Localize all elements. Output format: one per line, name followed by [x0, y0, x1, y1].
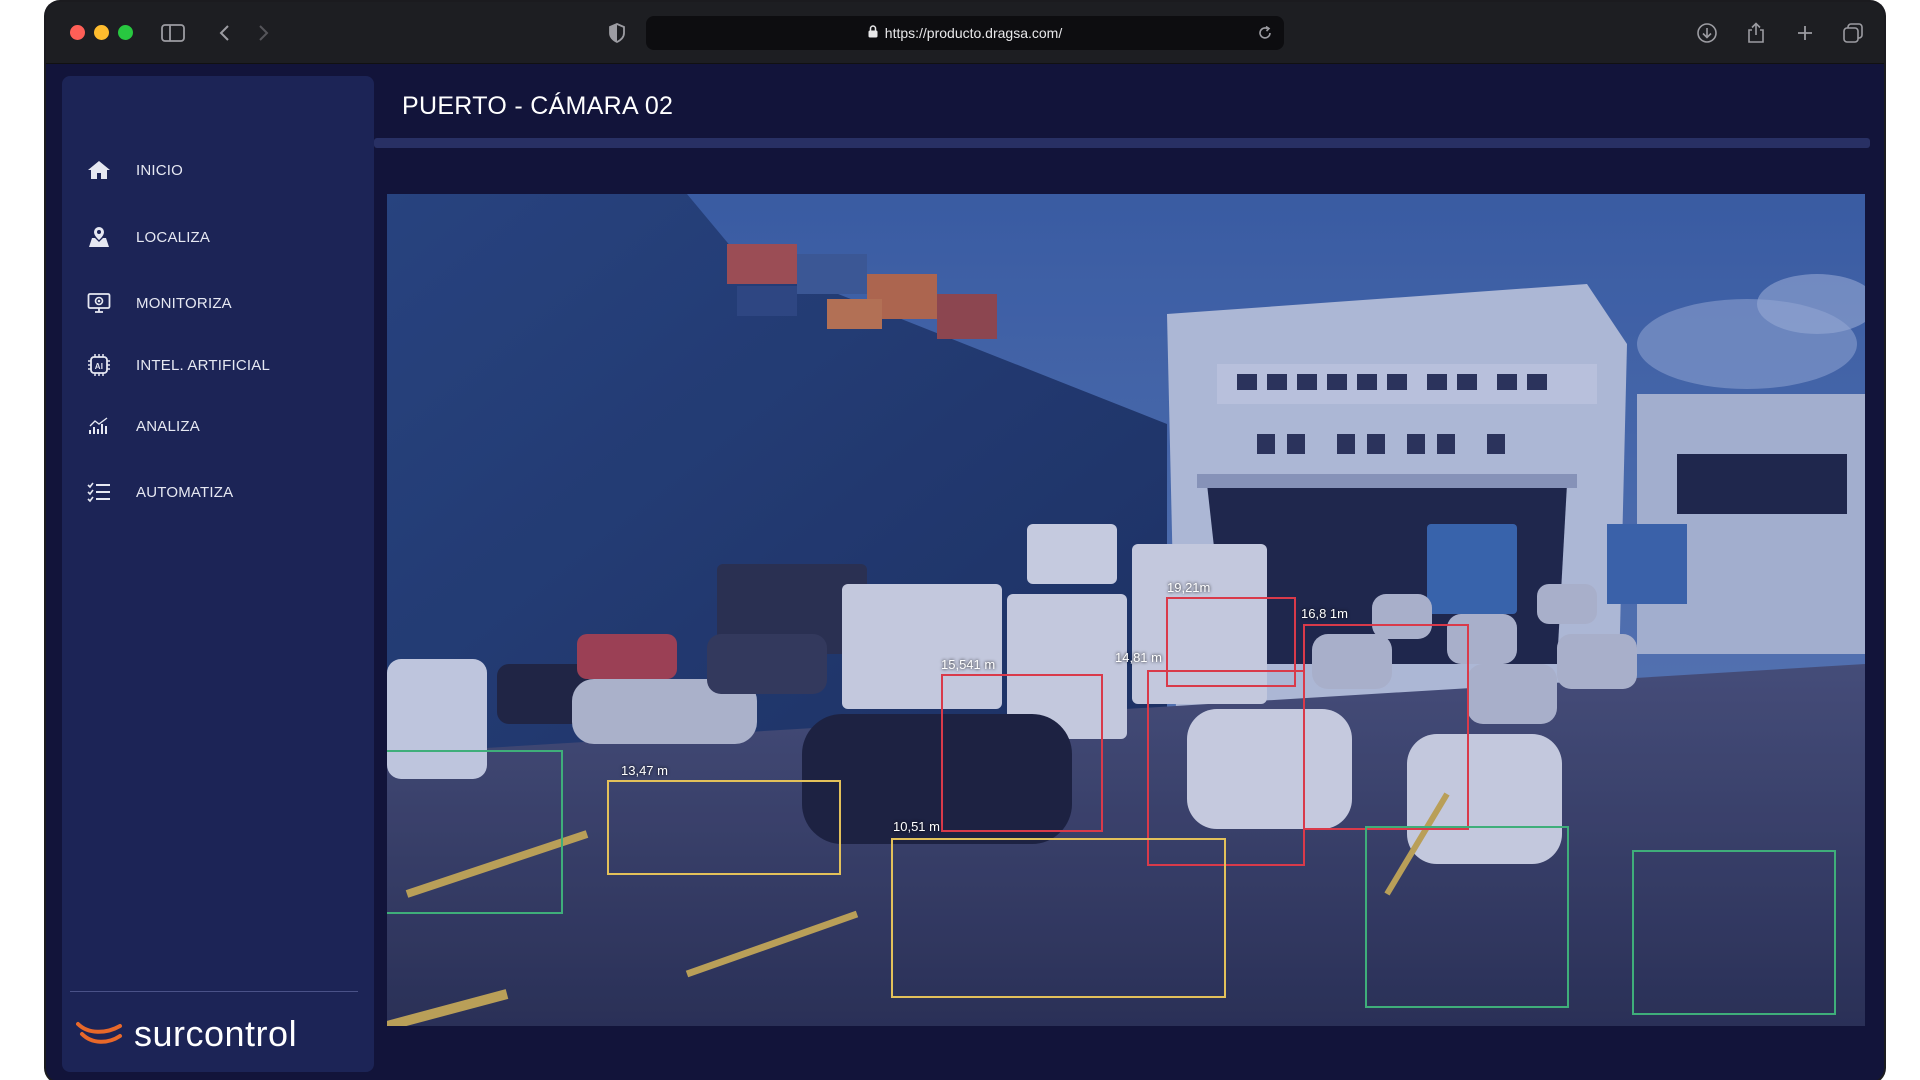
detection-box[interactable]: [1632, 850, 1836, 1015]
address-bar[interactable]: https://producto.dragsa.com/: [646, 16, 1284, 50]
sidebar-item-inicio[interactable]: INICIO: [86, 155, 183, 185]
detection-box[interactable]: [941, 674, 1103, 832]
detection-label: 15,541 m: [941, 657, 996, 672]
sidebar-item-label: INTEL. ARTIFICIAL: [136, 356, 270, 374]
share-icon[interactable]: [1743, 20, 1769, 46]
sidebar-item-label: MONITORIZA: [136, 294, 232, 312]
maximize-window-button[interactable]: [118, 25, 133, 40]
sidebar: INICIO LOCALIZA MONITORIZA AI INTEL. ART…: [62, 76, 374, 1072]
sidebar-item-label: INICIO: [136, 161, 184, 179]
download-icon[interactable]: [1694, 20, 1720, 46]
checklist-icon: [86, 479, 112, 505]
chart-icon: [86, 413, 112, 439]
sidebar-toggle-icon[interactable]: [160, 20, 186, 46]
shield-icon[interactable]: [604, 20, 630, 46]
detection-label: 19,21m: [1167, 580, 1211, 595]
surcontrol-logo-icon: [76, 1012, 124, 1057]
reload-icon[interactable]: [1256, 24, 1274, 42]
sidebar-item-localiza[interactable]: LOCALIZA: [86, 222, 210, 252]
svg-text:AI: AI: [95, 362, 103, 371]
url-text: https://producto.dragsa.com/: [884, 25, 1063, 41]
page-title: PUERTO - CÁMARA 02: [402, 92, 674, 120]
home-icon: [86, 157, 112, 183]
title-underline: [374, 138, 1870, 148]
detection-label: 13,47 m: [621, 763, 668, 778]
detection-box[interactable]: [1147, 670, 1305, 866]
camera-feed[interactable]: 19,21m 16,8 1m 15,541 m 14,81 m 13,47 m …: [387, 194, 1865, 1026]
forward-icon[interactable]: [250, 20, 276, 46]
monitor-icon: [86, 290, 112, 316]
ai-chip-icon: AI: [86, 352, 112, 378]
brand-name: surcontrol: [134, 1013, 298, 1054]
close-window-button[interactable]: [70, 25, 85, 40]
sidebar-item-intel-artificial[interactable]: AI INTEL. ARTIFICIAL: [86, 350, 270, 380]
detection-label: 14,81 m: [1115, 650, 1162, 665]
detection-box[interactable]: [607, 780, 841, 875]
sidebar-item-label: AUTOMATIZA: [136, 483, 234, 501]
browser-window: https://producto.dragsa.com/ INICIO LOCA…: [46, 2, 1884, 1080]
detection-box[interactable]: [387, 750, 563, 914]
map-pin-icon: [86, 224, 112, 250]
brand-logo[interactable]: surcontrol: [76, 1004, 297, 1064]
sidebar-item-automatiza[interactable]: AUTOMATIZA: [86, 477, 233, 507]
new-tab-icon[interactable]: [1792, 20, 1818, 46]
sidebar-item-label: LOCALIZA: [136, 228, 211, 246]
browser-toolbar: https://producto.dragsa.com/: [46, 2, 1884, 64]
sidebar-item-monitoriza[interactable]: MONITORIZA: [86, 288, 232, 318]
lock-icon: [868, 25, 878, 41]
tab-overview-icon[interactable]: [1840, 20, 1866, 46]
detection-box[interactable]: [1365, 826, 1569, 1008]
sidebar-item-analiza[interactable]: ANALIZA: [86, 411, 200, 441]
back-icon[interactable]: [212, 20, 238, 46]
detection-label: 10,51 m: [893, 819, 940, 834]
detection-box[interactable]: [1303, 624, 1469, 830]
detection-label: 16,8 1m: [1301, 606, 1348, 621]
minimize-window-button[interactable]: [94, 25, 109, 40]
sidebar-item-label: ANALIZA: [136, 417, 200, 435]
sidebar-divider: [70, 991, 358, 992]
detection-box[interactable]: [891, 838, 1226, 998]
